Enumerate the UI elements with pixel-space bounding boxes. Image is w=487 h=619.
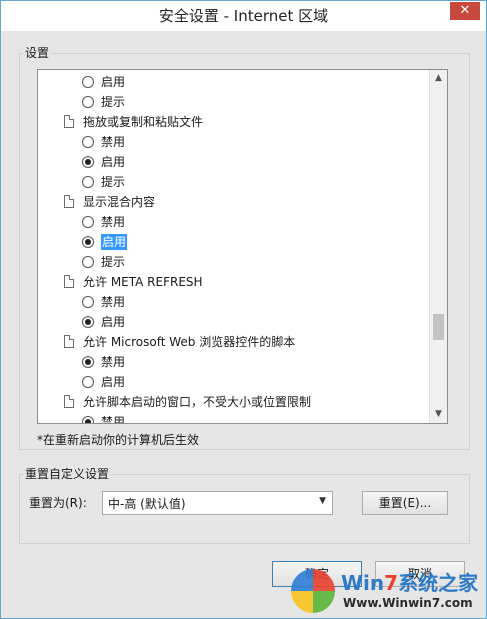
settings-option-label: 禁用 <box>101 355 126 369</box>
chevron-down-icon: ▼ <box>319 496 326 506</box>
settings-group-label: 设置 <box>23 46 52 60</box>
radio-button[interactable] <box>82 296 94 308</box>
settings-category-label: 允许脚本启动的窗口，不受大小或位置限制 <box>83 395 312 409</box>
radio-button[interactable] <box>82 416 94 423</box>
settings-option[interactable]: 启用 <box>38 72 430 92</box>
settings-category-label: 拖放或复制和粘贴文件 <box>83 115 204 129</box>
window-title: 安全设置 - Internet 区域 <box>158 7 329 25</box>
settings-list[interactable]: 启用 提示 拖放或复制和粘贴文件 禁用 启用 提示 显示混合内容 禁用 启用 提示 允许 META … <box>37 69 448 424</box>
settings-category: 允许 META REFRESH <box>38 272 430 292</box>
ok-button[interactable]: 确定 <box>272 561 362 587</box>
radio-button[interactable] <box>82 256 94 268</box>
settings-category-label: 允许 META REFRESH <box>83 275 203 289</box>
title-bar: 安全设置 - Internet 区域 ✕ <box>1 1 486 31</box>
radio-button[interactable] <box>82 76 94 88</box>
settings-option-label: 提示 <box>101 175 126 189</box>
settings-category-label: 显示混合内容 <box>83 195 156 209</box>
settings-option[interactable]: 提示 <box>38 252 430 272</box>
restart-note: *在重新启动你的计算机后生效 <box>37 433 200 447</box>
settings-list-items: 启用 提示 拖放或复制和粘贴文件 禁用 启用 提示 显示混合内容 禁用 启用 提示 允许 META … <box>38 72 430 424</box>
reset-button[interactable]: 重置(E)... <box>362 491 448 515</box>
radio-button[interactable] <box>82 96 94 108</box>
document-icon <box>64 275 74 288</box>
settings-category-label: 允许 Microsoft Web 浏览器控件的脚本 <box>83 335 296 349</box>
settings-option[interactable]: 提示 <box>38 92 430 112</box>
settings-option[interactable]: 启用 <box>38 232 430 252</box>
settings-option[interactable]: 禁用 <box>38 352 430 372</box>
settings-option[interactable]: 启用 <box>38 312 430 332</box>
settings-option-label: 启用 <box>101 375 126 389</box>
radio-button[interactable] <box>82 176 94 188</box>
settings-option-label: 禁用 <box>101 415 126 424</box>
settings-option-label: 启用 <box>101 315 126 329</box>
reset-level-select[interactable]: 中-高 (默认值) ▼ <box>102 491 333 515</box>
reset-level-value: 中-高 (默认值) <box>108 497 186 511</box>
settings-option-label: 禁用 <box>101 135 126 149</box>
close-icon: ✕ <box>459 3 471 18</box>
watermark-url: Www.Winwin7.com <box>343 596 473 610</box>
settings-option[interactable]: 禁用 <box>38 412 430 424</box>
security-settings-dialog: 安全设置 - Internet 区域 ✕ 设置 启用 提示 拖放或复制和粘贴文件 禁用… <box>0 0 487 619</box>
settings-category: 允许 Microsoft Web 浏览器控件的脚本 <box>38 332 430 352</box>
radio-button[interactable] <box>82 136 94 148</box>
radio-button[interactable] <box>82 236 94 248</box>
settings-option-label: 禁用 <box>101 295 126 309</box>
scroll-down-icon[interactable]: ▼ <box>430 406 447 423</box>
settings-category: 显示混合内容 <box>38 192 430 212</box>
radio-button[interactable] <box>82 156 94 168</box>
settings-option[interactable]: 禁用 <box>38 132 430 152</box>
radio-button[interactable] <box>82 356 94 368</box>
scroll-up-icon[interactable]: ▲ <box>430 70 447 87</box>
settings-option[interactable]: 提示 <box>38 172 430 192</box>
close-button[interactable]: ✕ <box>450 2 480 20</box>
settings-option-label: 启用 <box>101 234 128 250</box>
settings-option-label: 禁用 <box>101 215 126 229</box>
cancel-button[interactable]: 取消 <box>375 561 465 587</box>
document-icon <box>64 195 74 208</box>
document-icon <box>64 115 74 128</box>
settings-option-label: 提示 <box>101 255 126 269</box>
settings-category: 允许脚本启动的窗口，不受大小或位置限制 <box>38 392 430 412</box>
document-icon <box>64 395 74 408</box>
reset-group-label: 重置自定义设置 <box>23 467 112 481</box>
document-icon <box>64 335 74 348</box>
settings-option[interactable]: 启用 <box>38 152 430 172</box>
scroll-thumb[interactable] <box>433 314 444 340</box>
radio-button[interactable] <box>82 376 94 388</box>
settings-scrollbar[interactable]: ▲ ▼ <box>429 70 447 423</box>
settings-option-label: 启用 <box>101 155 126 169</box>
settings-option[interactable]: 启用 <box>38 372 430 392</box>
reset-to-label: 重置为(R): <box>29 496 87 510</box>
radio-button[interactable] <box>82 316 94 328</box>
settings-category: 拖放或复制和粘贴文件 <box>38 112 430 132</box>
radio-button[interactable] <box>82 216 94 228</box>
settings-option[interactable]: 禁用 <box>38 292 430 312</box>
settings-option[interactable]: 禁用 <box>38 212 430 232</box>
settings-option-label: 提示 <box>101 95 126 109</box>
settings-option-label: 启用 <box>101 75 126 89</box>
